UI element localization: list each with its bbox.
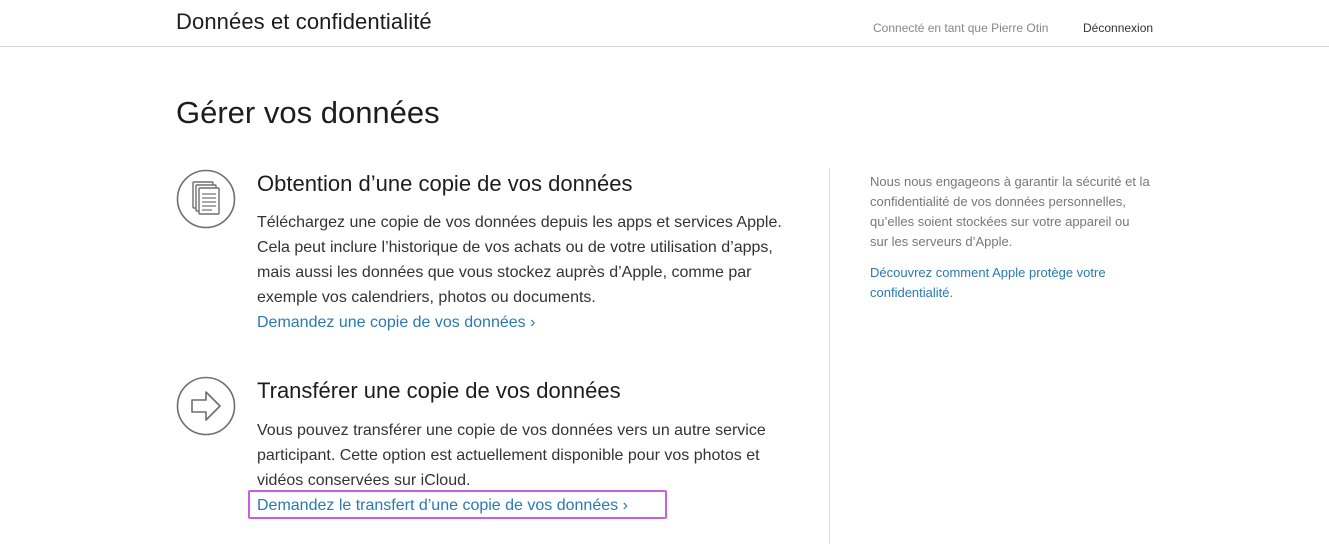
column-divider [829, 168, 830, 544]
page-title: Gérer vos données [176, 95, 440, 130]
section-description: Vous pouvez transférer une copie de vos … [257, 422, 766, 489]
section-get-copy: Obtention d’une copie de vos données Tél… [176, 169, 816, 339]
privacy-info-link[interactable]: Découvrez comment Apple protège votre co… [870, 263, 1150, 303]
logout-link[interactable]: Déconnexion [1083, 21, 1153, 35]
site-title: Données et confidentialité [176, 9, 432, 34]
top-bar: Données et confidentialité Connecté en t… [0, 0, 1329, 47]
request-copy-link[interactable]: Demandez une copie de vos données › [257, 310, 535, 335]
section-heading: Obtention d’une copie de vos données [257, 171, 633, 196]
privacy-statement: Nous nous engageons à garantir la sécuri… [870, 174, 1150, 249]
section-heading: Transférer une copie de vos données [257, 378, 621, 403]
transfer-arrow-icon [176, 376, 236, 436]
document-copy-icon [176, 169, 236, 229]
signed-in-label: Connecté en tant que Pierre Otin [873, 21, 1049, 35]
link-highlight-box [248, 490, 667, 519]
section-description: Téléchargez une copie de vos données dep… [257, 214, 782, 306]
